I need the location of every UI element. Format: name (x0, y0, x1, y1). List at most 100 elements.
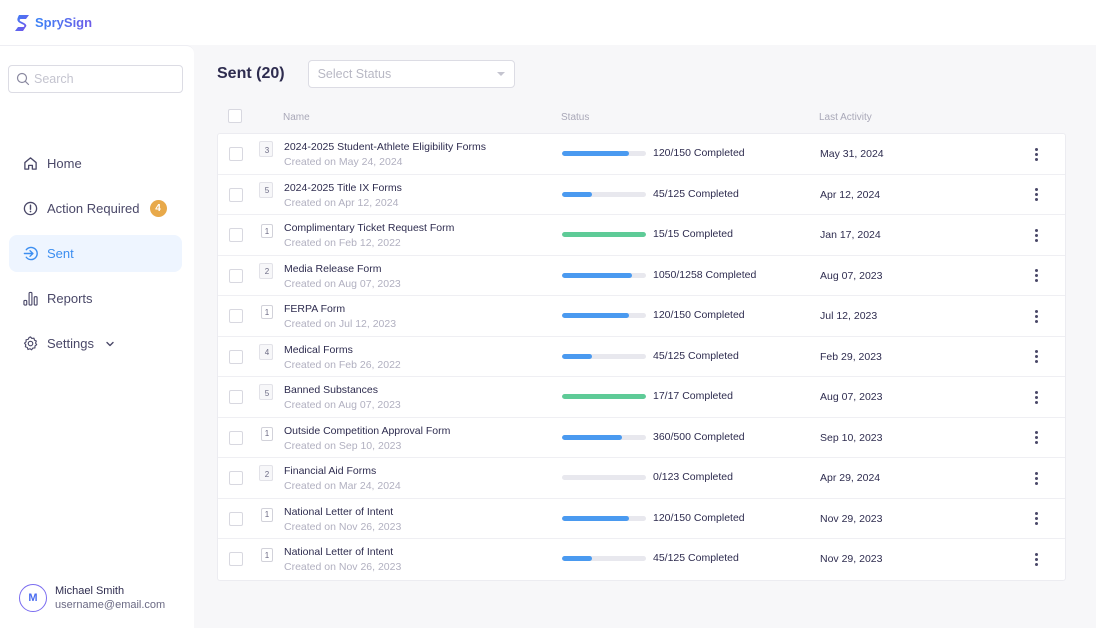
progress-fill (562, 434, 623, 440)
user-email: username@email.com (55, 599, 166, 611)
user-profile[interactable]: M Michael Smith username@email.com (19, 584, 165, 612)
select-all-checkbox[interactable] (228, 109, 242, 123)
more-options-icon[interactable] (1030, 551, 1042, 567)
more-options-icon[interactable] (1030, 146, 1042, 162)
table-row[interactable]: 1 National Letter of Intent Created on Nov… (218, 539, 1065, 580)
alert-circle-icon (23, 201, 38, 216)
table-row[interactable]: 3 2024-2025 Student-Athlete Eligibility F… (218, 134, 1065, 175)
row-checkbox[interactable] (229, 511, 243, 526)
table-row[interactable]: 1 National Letter of Intent Created on Nov… (218, 499, 1065, 539)
status-filter-select[interactable]: Select Status (307, 60, 515, 88)
form-name[interactable]: FERPA Form (284, 303, 345, 315)
created-date: Created on Sep 10, 2023 (284, 439, 402, 452)
sidebar: Home Action Required 4 Sent Reports Sett… (0, 45, 194, 628)
completion-progress-bar (562, 353, 646, 359)
form-name[interactable]: Outside Competition Approval Form (284, 425, 450, 437)
form-name[interactable]: National Letter of Intent (284, 546, 393, 558)
form-name[interactable]: 2024-2025 Student-Athlete Eligibility Fo… (284, 141, 486, 153)
sent-table: 3 2024-2025 Student-Athlete Eligibility F… (217, 133, 1066, 581)
created-date: Created on Mar 24, 2024 (284, 480, 401, 492)
row-checkbox[interactable] (229, 147, 243, 161)
top-bar: SprySign (0, 0, 1096, 45)
more-options-icon[interactable] (1030, 227, 1042, 243)
action-required-count-badge: 4 (149, 200, 167, 217)
table-row[interactable]: 2 Media Release Form Created on Aug 07, 20… (218, 256, 1065, 296)
more-options-icon[interactable] (1030, 430, 1042, 446)
created-date: Created on Jul 12, 2023 (284, 318, 397, 330)
document-count-icon: 1 (261, 224, 273, 238)
completion-status: 120/150 Completed (653, 147, 745, 159)
row-checkbox[interactable] (229, 309, 243, 323)
sent-arrow-icon (23, 246, 38, 261)
sidebar-nav: Home Action Required 4 Sent Reports Sett… (9, 145, 182, 370)
completion-status: 120/150 Completed (653, 309, 745, 321)
row-checkbox[interactable] (229, 268, 243, 283)
completion-progress-bar (562, 313, 646, 318)
sidebar-item-label: Sent (47, 246, 74, 261)
form-name[interactable]: 2024-2025 Title IX Forms (284, 182, 402, 194)
document-count: 4 (264, 348, 270, 357)
completion-status: 120/150 Completed (653, 511, 745, 524)
last-activity-date: May 31, 2024 (820, 148, 884, 160)
app-name: SprySign (35, 15, 93, 30)
document-count: 2 (264, 469, 270, 479)
sidebar-item-sent[interactable]: Sent (9, 235, 182, 272)
sidebar-item-label: Home (47, 156, 82, 171)
more-options-icon[interactable] (1030, 511, 1042, 527)
more-options-icon[interactable] (1030, 389, 1042, 405)
completion-progress-bar (562, 232, 646, 237)
table-row[interactable]: 4 Medical Forms Created on Feb 26, 2022 45/… (218, 337, 1065, 377)
row-checkbox[interactable] (229, 471, 243, 485)
form-name[interactable]: Medical Forms (284, 344, 353, 356)
chevron-down-icon[interactable] (105, 339, 115, 349)
row-checkbox[interactable] (229, 390, 243, 404)
completion-status: 45/125 Completed (653, 349, 739, 362)
progress-fill (562, 515, 630, 521)
row-checkbox[interactable] (229, 430, 243, 445)
column-header-status[interactable]: Status (561, 112, 589, 123)
row-checkbox[interactable] (229, 187, 243, 202)
table-row[interactable]: 5 Banned Substances Created on Aug 07, 202… (218, 377, 1065, 418)
document-count: 1 (264, 550, 270, 560)
sidebar-item-settings[interactable]: Settings (9, 325, 182, 362)
more-options-icon[interactable] (1030, 349, 1042, 365)
column-header-last-activity[interactable]: Last Activity (819, 112, 872, 123)
last-activity-date: Apr 12, 2024 (820, 188, 881, 201)
form-name[interactable]: National Letter of Intent (284, 506, 393, 518)
more-options-icon[interactable] (1030, 308, 1042, 324)
table-row[interactable]: 1 FERPA Form Created on Jul 12, 2023 120/15… (218, 296, 1065, 337)
progress-fill (562, 394, 646, 399)
sprysign-logo-icon (15, 14, 29, 31)
logo[interactable]: SprySign (15, 14, 93, 31)
user-name: Michael Smith (55, 585, 125, 597)
sidebar-item-reports[interactable]: Reports (9, 280, 182, 317)
form-name[interactable]: Media Release Form (284, 263, 381, 275)
more-options-icon[interactable] (1030, 470, 1042, 486)
row-checkbox[interactable] (229, 349, 243, 364)
document-count-icon: 2 (259, 262, 273, 279)
document-count: 5 (264, 186, 270, 195)
form-name[interactable]: Financial Aid Forms (284, 465, 376, 477)
form-name[interactable]: Complimentary Ticket Request Form (284, 222, 454, 234)
column-header-name[interactable]: Name (283, 112, 310, 123)
document-count: 1 (264, 226, 270, 236)
completion-progress-bar (562, 475, 646, 480)
sidebar-item-action-required[interactable]: Action Required 4 (9, 190, 182, 227)
row-checkbox[interactable] (229, 228, 243, 242)
table-row[interactable]: 5 2024-2025 Title IX Forms Created on Apr … (218, 175, 1065, 215)
document-count-icon: 1 (261, 305, 273, 319)
form-name[interactable]: Banned Substances (284, 384, 378, 396)
document-count-icon: 1 (261, 548, 273, 562)
sidebar-item-home[interactable]: Home (9, 145, 182, 182)
row-checkbox[interactable] (229, 552, 243, 566)
search-box[interactable] (8, 65, 183, 93)
table-row[interactable]: 1 Outside Competition Approval Form Create… (218, 418, 1065, 458)
table-row[interactable]: 1 Complimentary Ticket Request Form Create… (218, 215, 1065, 256)
more-options-icon[interactable] (1030, 187, 1042, 203)
completion-progress-bar (562, 394, 646, 399)
table-row[interactable]: 2 Financial Aid Forms Created on Mar 24, 2… (218, 458, 1065, 499)
more-options-icon[interactable] (1030, 268, 1042, 284)
last-activity-date: Jul 12, 2023 (820, 310, 878, 322)
completion-progress-bar (562, 151, 646, 156)
search-input[interactable] (34, 72, 174, 86)
